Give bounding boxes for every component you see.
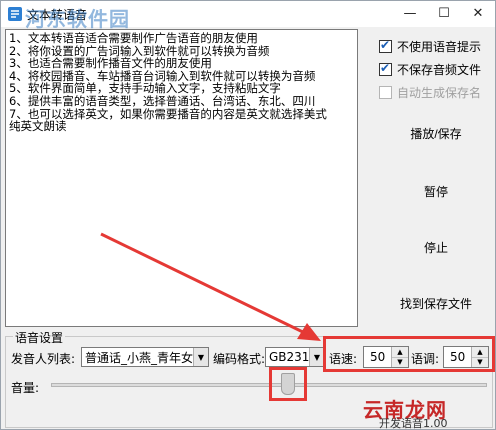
annotation-arrow bbox=[100, 232, 321, 341]
version-status: 开发语音1.00 bbox=[379, 417, 448, 430]
main-window: 文本转语音 河东软件园 — ☐ ✕ 1、文本转语音适合需要制作广告语音的朋友使用… bbox=[0, 0, 496, 430]
